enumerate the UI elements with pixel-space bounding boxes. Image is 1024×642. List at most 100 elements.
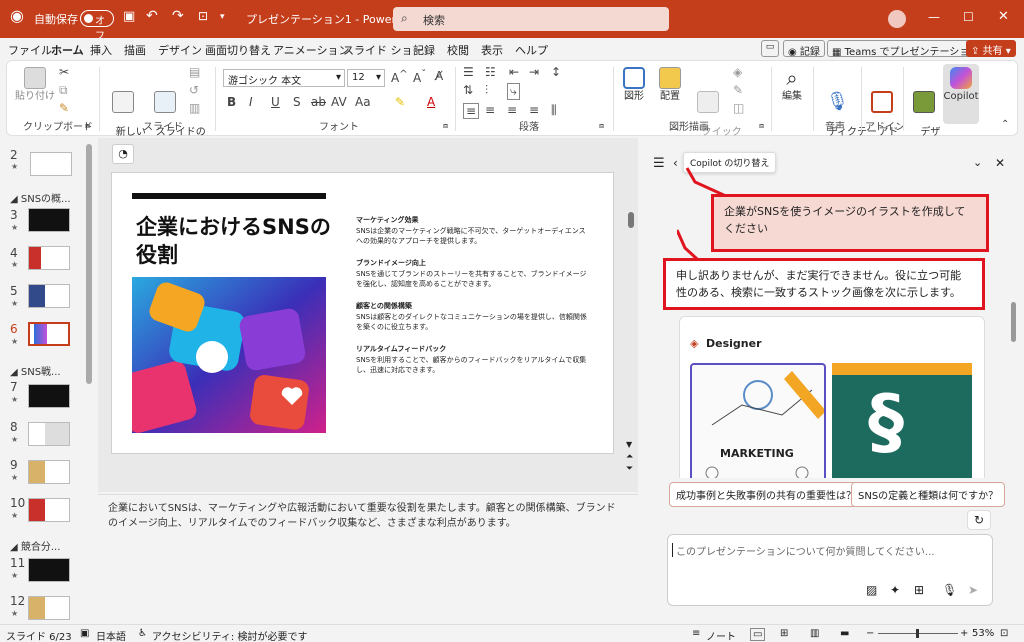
prev-slide-icon[interactable]: ⏶ [626,452,633,462]
slide-body[interactable]: マーケティング効果 SNSは企業のマーケティング戦略に不可欠で、ターゲットオーデ… [356,215,592,375]
prompts-icon[interactable]: ⊞ [914,583,924,597]
font-color-icon[interactable]: A [427,95,435,109]
shape-fill-icon[interactable]: ◈ [733,65,742,79]
slide-thumb-3[interactable] [28,208,70,232]
avatar[interactable] [888,10,906,28]
collapse-ribbon-icon[interactable]: ⌃ [1001,119,1009,130]
text-direction-icon[interactable]: ⇅ [463,83,473,97]
paste-button[interactable]: 貼り付け [15,67,55,103]
notes-button[interactable]: ノート [706,628,736,642]
section-header[interactable]: ◢ SNSの概... [10,190,71,205]
decrease-indent-icon[interactable]: ⇤ [509,65,519,79]
microphone-icon[interactable]: 🎙 [942,583,957,597]
sparkle-icon[interactable]: ✦ [890,583,900,597]
tab-file[interactable]: ファイル [8,42,52,58]
suggestion-chip[interactable]: SNSの定義と種類は何ですか？ [851,482,1006,507]
underline-button[interactable]: U [271,95,280,109]
tab-transitions[interactable]: 画面切り替え [205,42,271,58]
thumb-scrollbar[interactable] [86,144,92,384]
tab-design[interactable]: デザイン [158,42,202,58]
image-icon[interactable]: ▨ [866,583,877,597]
clear-format-icon[interactable]: A̸ [435,69,443,83]
stock-image-2[interactable]: § [832,363,972,487]
section-icon[interactable]: ▥ [189,101,200,115]
smartart-icon[interactable]: ⤷ [507,83,520,100]
align-left-icon[interactable]: ≡ [463,103,480,119]
drawing-launcher-icon[interactable]: ⧈ [759,121,764,131]
tab-insert[interactable]: 挿入 [90,42,112,58]
accessibility-label[interactable]: アクセシビリティ: 検討が必要です [152,628,307,642]
editor-scrollbar[interactable] [628,212,634,228]
change-case-icon[interactable]: Aa [355,95,371,109]
slide-canvas[interactable]: 企業におけるSNSの役割 マーケティング効果 SNSは企業のマーケティング戦略に… [111,172,614,454]
copilot-icon[interactable]: ◔ [112,144,134,164]
edit-button[interactable]: ⌕ 編集 [775,67,809,103]
slide-thumb-12[interactable] [28,596,70,620]
clipboard-launcher-icon[interactable]: ⧈ [85,121,90,131]
tab-draw[interactable]: 描画 [124,42,146,58]
section-header[interactable]: ◢ SNS戦... [10,363,61,378]
menu-icon[interactable]: ☰ [653,156,665,171]
sorter-view-icon[interactable]: ⊞ [780,628,788,639]
paragraph-launcher-icon[interactable]: ⧈ [599,121,604,131]
italic-button[interactable]: I [249,95,253,109]
prompt-box[interactable]: このプレゼンテーションについて何か質問してください... ▨ ✦ ⊞ 🎙 ➤ [667,534,993,606]
customize-qat-icon[interactable]: ▾ [220,13,225,22]
scroll-down-icon[interactable]: ▼ [626,440,632,449]
section-header[interactable]: ◢ 競合分... [10,538,60,553]
tab-review[interactable]: 校閲 [447,42,469,58]
align-right-icon[interactable]: ≡ [507,103,517,117]
normal-view-icon[interactable]: ▭ [750,628,766,641]
increase-indent-icon[interactable]: ⇥ [529,65,539,79]
close-icon[interactable]: ✕ [998,10,1009,23]
notes-text[interactable]: 企業においてSNSは、マーケティングや広報活動において重要な役割を果たします。顧… [108,501,623,531]
reading-view-icon[interactable]: ▥ [810,628,819,639]
stock-image-1[interactable]: MARKETING [690,363,826,487]
font-size-select[interactable]: 12 ▾ [347,69,385,87]
layout-icon[interactable]: ▤ [189,65,200,79]
zoom-in-icon[interactable]: + [960,628,968,639]
share-button[interactable]: ⇪ 共有 ▾ [966,40,1016,57]
slide-title[interactable]: 企業におけるSNSの役割 [136,213,336,269]
suggestion-chip[interactable]: 成功事例と失敗事例の共有の重要性は？ [669,482,863,507]
slide-thumb-4[interactable] [28,246,70,270]
send-icon[interactable]: ➤ [968,583,978,597]
chevron-down-icon[interactable]: ⌄ [973,156,982,169]
slide-thumb-5[interactable] [28,284,70,308]
next-slide-icon[interactable]: ⏷ [626,464,633,474]
slideshow-view-icon[interactable]: ▬ [840,628,849,639]
tab-view[interactable]: 表示 [481,42,503,58]
slide-thumb-9[interactable] [28,460,70,484]
redo-icon[interactable]: ↷ [172,9,184,23]
highlight-icon[interactable]: ✎ [395,95,405,109]
fit-slide-icon[interactable]: ⊡ [1000,628,1008,639]
shapes-button[interactable]: 図形 [617,67,651,103]
comments-icon[interactable]: ▭ [761,40,779,57]
zoom-slider-thumb[interactable] [916,629,919,638]
tab-help[interactable]: ヘルプ [515,42,548,58]
copilot-scrollbar[interactable] [1011,302,1016,342]
slide-thumb-6[interactable] [28,322,70,346]
notes-pane[interactable]: 企業においてSNSは、マーケティングや広報活動において重要な役割を果たします。顧… [98,494,638,622]
tab-home[interactable]: ホーム [51,42,84,62]
record-button[interactable]: ◉ 記録 [783,40,825,58]
numbering-icon[interactable]: ☷ [485,65,496,79]
increase-font-icon[interactable]: A^ [391,69,408,85]
present-icon[interactable]: ⊡ [198,10,208,22]
maximize-icon[interactable]: ☐ [963,11,974,23]
font-name-select[interactable]: 游ゴシック 本文 ▾ [223,69,345,87]
arrange-button[interactable]: 配置 [653,67,687,103]
justify-icon[interactable]: ≡ [529,103,539,117]
font-launcher-icon[interactable]: ⧈ [443,121,448,131]
reset-icon[interactable]: ↺ [189,83,199,97]
shape-effects-icon[interactable]: ◫ [733,101,744,115]
bold-button[interactable]: B [227,95,236,109]
format-painter-icon[interactable]: ✎ [59,101,69,115]
zoom-level[interactable]: 53% [972,628,994,639]
slide-thumb-8[interactable] [28,422,70,446]
copy-icon[interactable]: ⧉ [59,83,68,98]
slide-thumb-7[interactable] [28,384,70,408]
tab-slideshow[interactable]: スライド ショー [343,42,424,58]
language-label[interactable]: 日本語 [96,628,126,642]
copilot-button[interactable]: Copilot [943,64,979,124]
